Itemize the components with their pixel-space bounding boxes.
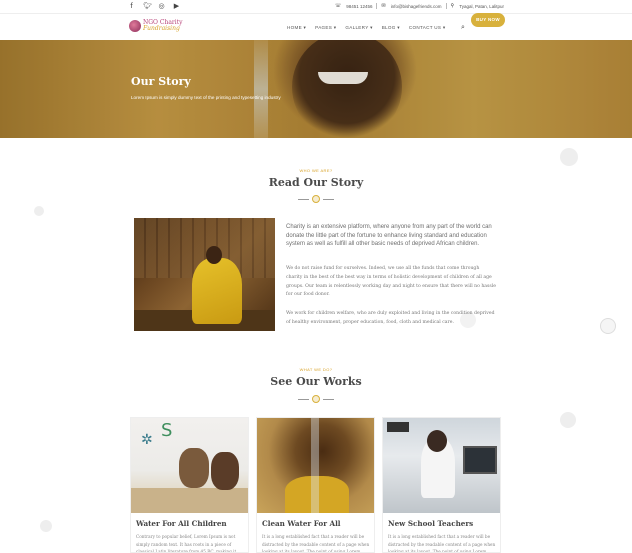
story-paragraph: We work for children welfare, who are du… (286, 311, 495, 325)
image-board (387, 422, 409, 432)
work-card-text: It is a long established fact that a rea… (388, 534, 496, 553)
nav-label: HOME (287, 25, 302, 30)
address: Tyagal, Patan, Lalitpur (459, 3, 504, 9)
work-card[interactable]: New School Teachers It is a long establi… (382, 417, 501, 553)
work-card-title[interactable]: Water For All Children (136, 519, 227, 528)
nav-item-home[interactable]: HOME ▾ (287, 25, 306, 31)
nav-label: GALLERY (345, 25, 369, 30)
works-eyebrow: WHAT WE DO? (299, 367, 333, 372)
twitter-icon[interactable]: 🐦︎ (143, 2, 152, 10)
story-lead-text: Charity is an extensive platform, where … (286, 224, 492, 248)
image-octopus-decal: ✲ (141, 432, 153, 448)
nav-item-contact[interactable]: CONTACT US ▾ (409, 25, 446, 31)
decorative-dot (560, 412, 576, 428)
story-eyebrow: WHO WE ARE? (299, 168, 333, 173)
image-child (179, 448, 209, 488)
divider-line (323, 399, 334, 400)
image-desk (131, 488, 248, 513)
image-person (192, 258, 242, 324)
nav-item-gallery[interactable]: GALLERY ▾ (345, 25, 372, 31)
work-card[interactable]: Clean Water For All It is a long establi… (256, 417, 375, 553)
image-monitor (463, 446, 497, 474)
main-navigation: NGO Charity Fundraising HOME ▾ PAGES ▾ G… (0, 14, 632, 40)
logo-text: NGO Charity Fundraising (143, 20, 183, 32)
contact-info: ☏ 98451 12456 ✉ info@bishagefriends.com … (335, 3, 504, 9)
nav-label: PAGES (315, 25, 333, 30)
decorative-dot (560, 148, 578, 166)
hero-overlay (0, 40, 632, 138)
work-card-image (383, 418, 500, 513)
nav-item-blog[interactable]: BLOG ▾ (382, 25, 400, 31)
image-letter-decal: S (161, 420, 173, 441)
instagram-icon[interactable]: ◎ (158, 2, 165, 10)
buy-now-button[interactable]: BUY NOW (471, 13, 505, 27)
divider-ornament-icon (312, 395, 320, 403)
works-heading: See Our Works (270, 375, 362, 388)
mail-icon: ✉ (381, 3, 386, 9)
nav-label: BLOG (381, 25, 396, 30)
phone-icon: ☏ (334, 3, 342, 9)
section-divider (298, 395, 334, 403)
story-paragraph: We do not raise fund for ourselves. Inde… (286, 266, 496, 298)
youtube-icon[interactable]: ▶ (173, 2, 180, 10)
decorative-dot (40, 520, 52, 532)
story-image (134, 218, 275, 331)
site-logo[interactable]: NGO Charity Fundraising (129, 20, 183, 32)
top-bar: f 🐦︎ ◎ ▶ ☏ 98451 12456 ✉ info@bishagefri… (0, 0, 632, 14)
divider-line (298, 199, 309, 200)
email-address[interactable]: info@bishagefriends.com (391, 4, 442, 9)
nav-item-pages[interactable]: PAGES ▾ (315, 25, 336, 31)
divider (445, 3, 447, 9)
image-head (206, 246, 222, 264)
nav-menu: HOME ▾ PAGES ▾ GALLERY ▾ BLOG ▾ CONTACT … (287, 25, 445, 31)
hero-banner: Our Story Lorem Ipsum is simply dummy te… (0, 40, 632, 138)
image-water (311, 418, 319, 513)
page-title: Our Story (131, 75, 191, 88)
work-card-text: Contrary to popular belief, Lorem Ipsum … (136, 534, 237, 553)
logo-line2: Fundraising (143, 25, 180, 32)
nav-label: CONTACT US (408, 25, 442, 30)
image-teacher-head (427, 430, 447, 452)
work-card-text: It is a long established fact that a rea… (262, 534, 370, 553)
social-links: f 🐦︎ ◎ ▶ (128, 2, 180, 10)
work-card-title[interactable]: Clean Water For All (262, 519, 341, 528)
facebook-icon[interactable]: f (128, 2, 135, 10)
image-child (211, 452, 239, 490)
section-divider (298, 195, 334, 203)
work-card-image (257, 418, 374, 513)
phone-number[interactable]: 98451 12456 (346, 4, 372, 9)
search-icon[interactable]: ⌕ (461, 23, 465, 32)
work-card-image: S ✲ (131, 418, 248, 513)
location-icon: ⚲ (450, 3, 455, 9)
decorative-dot (600, 318, 616, 334)
divider-line (323, 199, 334, 200)
work-card-title[interactable]: New School Teachers (388, 519, 473, 528)
decorative-dot (34, 206, 44, 216)
story-heading: Read Our Story (268, 176, 364, 189)
hero-subtitle: Lorem Ipsum is simply dummy text of the … (131, 95, 281, 100)
work-card[interactable]: S ✲ Water For All Children Contrary to p… (130, 417, 249, 553)
divider-ornament-icon (312, 195, 320, 203)
divider (376, 3, 378, 9)
logo-mark (129, 20, 141, 32)
divider-line (298, 399, 309, 400)
